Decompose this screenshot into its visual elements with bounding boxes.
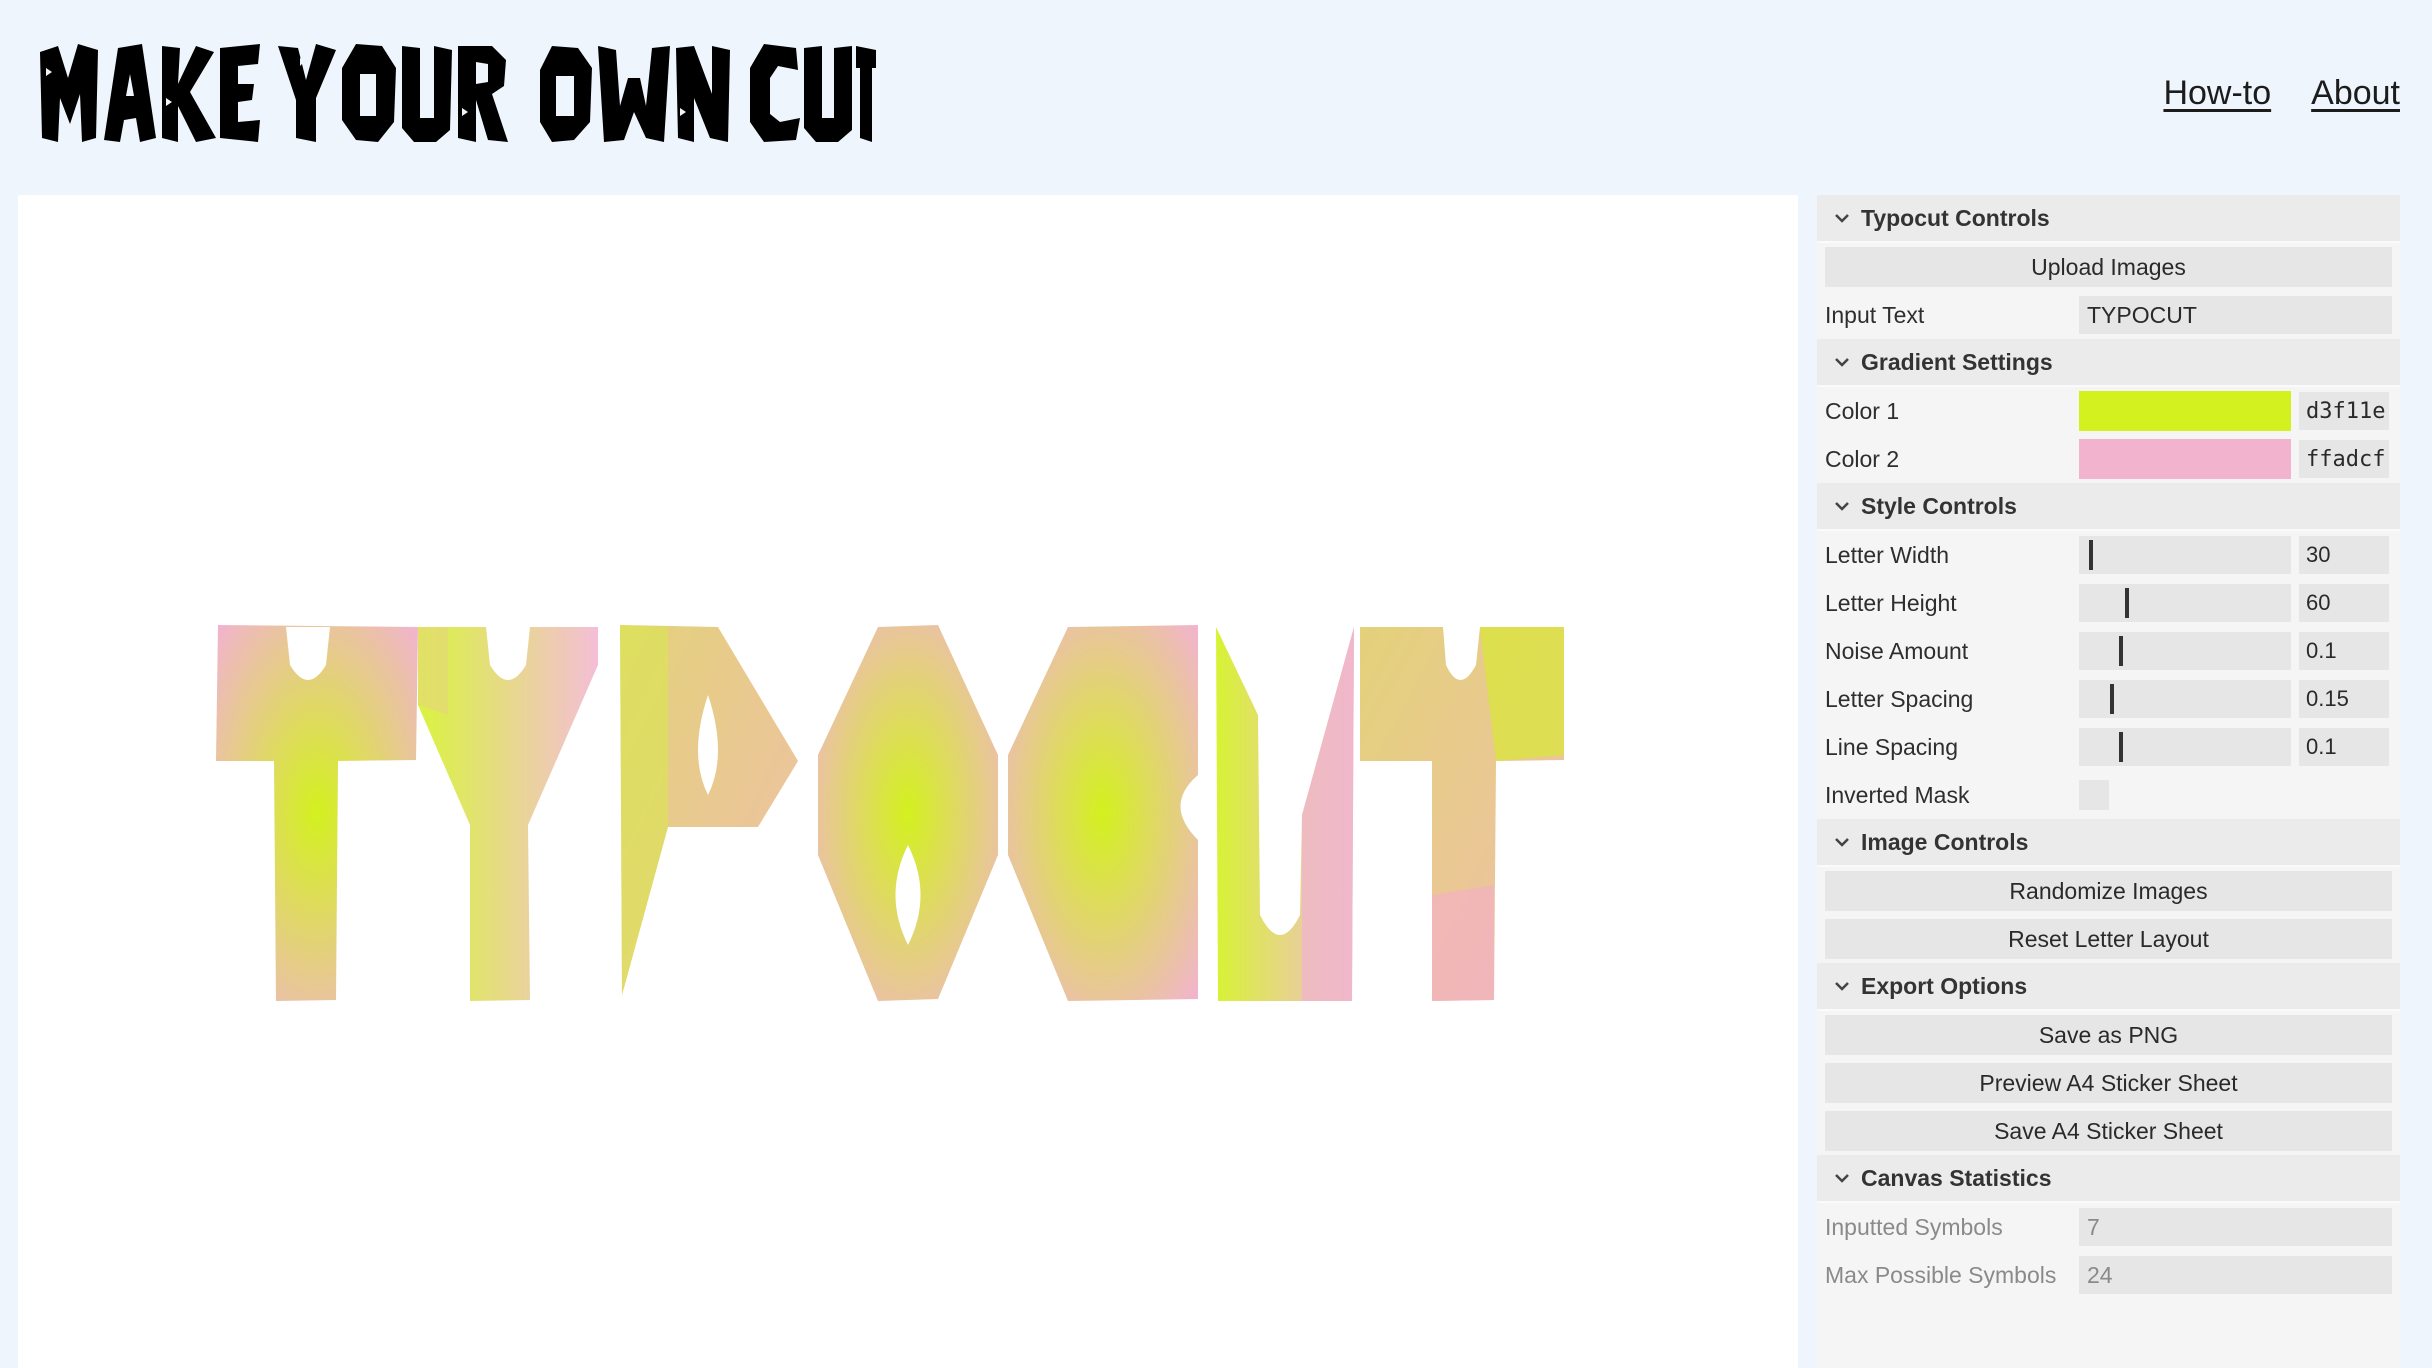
max-symbols-value: 24 bbox=[2079, 1256, 2392, 1294]
noise-amount-slider[interactable] bbox=[2079, 632, 2291, 670]
inputted-symbols-row: Inputted Symbols 7 bbox=[1817, 1203, 2400, 1251]
canvas-letter-u[interactable] bbox=[1216, 627, 1354, 1001]
reset-letter-layout-button[interactable]: Reset Letter Layout bbox=[1825, 919, 2392, 959]
slider-row-noise-amount: Noise Amount 0.1 bbox=[1817, 627, 2400, 675]
slider-handle[interactable] bbox=[2110, 684, 2114, 714]
letter-width-slider[interactable] bbox=[2079, 536, 2291, 574]
color-2-swatch[interactable] bbox=[2079, 439, 2291, 479]
chevron-down-icon bbox=[1829, 205, 1855, 231]
line-spacing-value[interactable]: 0.1 bbox=[2299, 728, 2389, 766]
chevron-down-icon bbox=[1829, 973, 1855, 999]
noise-amount-label: Noise Amount bbox=[1825, 637, 1969, 664]
section-title: Typocut Controls bbox=[1861, 204, 2050, 231]
logo-cutout-lettering bbox=[40, 44, 876, 142]
randomize-row: Randomize Images bbox=[1817, 867, 2400, 915]
line-spacing-slider[interactable] bbox=[2079, 728, 2291, 766]
section-image-controls[interactable]: Image Controls bbox=[1817, 819, 2400, 867]
canvas-letter-o[interactable] bbox=[818, 625, 998, 1001]
inputted-symbols-label: Inputted Symbols bbox=[1825, 1213, 2003, 1240]
chevron-down-icon bbox=[1829, 349, 1855, 375]
canvas-letter-c[interactable] bbox=[1008, 625, 1198, 1001]
chevron-down-icon bbox=[1829, 829, 1855, 855]
letter-width-value[interactable]: 30 bbox=[2299, 536, 2389, 574]
inverted-mask-checkbox[interactable] bbox=[2079, 780, 2109, 810]
save-png-row: Save as PNG bbox=[1817, 1011, 2400, 1059]
preview-sticker-sheet-button[interactable]: Preview A4 Sticker Sheet bbox=[1825, 1063, 2392, 1103]
line-spacing-label: Line Spacing bbox=[1825, 733, 1958, 760]
letter-height-value[interactable]: 60 bbox=[2299, 584, 2389, 622]
letter-width-label: Letter Width bbox=[1825, 541, 1949, 568]
preview-sheet-row: Preview A4 Sticker Sheet bbox=[1817, 1059, 2400, 1107]
max-symbols-row: Max Possible Symbols 24 bbox=[1817, 1251, 2400, 1299]
canvas-letter-y[interactable] bbox=[418, 627, 598, 1001]
color-1-hex-field[interactable]: d3f11e bbox=[2299, 392, 2389, 430]
letter-spacing-slider[interactable] bbox=[2079, 680, 2291, 718]
slider-handle[interactable] bbox=[2119, 732, 2123, 762]
site-logo[interactable] bbox=[38, 38, 878, 158]
inputted-symbols-value: 7 bbox=[2079, 1208, 2392, 1246]
slider-row-line-spacing: Line Spacing 0.1 bbox=[1817, 723, 2400, 771]
input-text-row: Input Text TYPOCUT bbox=[1817, 291, 2400, 339]
slider-handle[interactable] bbox=[2089, 540, 2093, 570]
chevron-down-icon bbox=[1829, 1165, 1855, 1191]
slider-handle[interactable] bbox=[2119, 636, 2123, 666]
inverted-mask-row: Inverted Mask bbox=[1817, 771, 2400, 819]
cutout-canvas[interactable] bbox=[18, 195, 1798, 1368]
section-title: Export Options bbox=[1861, 972, 2028, 999]
canvas-letters bbox=[216, 625, 1564, 1001]
section-export-options[interactable]: Export Options bbox=[1817, 963, 2400, 1011]
color-1-row: Color 1 d3f11e bbox=[1817, 387, 2400, 435]
nav-link-how-to[interactable]: How-to bbox=[2163, 74, 2271, 113]
section-title: Style Controls bbox=[1861, 492, 2017, 519]
reset-row: Reset Letter Layout bbox=[1817, 915, 2400, 963]
canvas-preview bbox=[216, 625, 1564, 1001]
section-canvas-statistics[interactable]: Canvas Statistics bbox=[1817, 1155, 2400, 1203]
letter-height-slider[interactable] bbox=[2079, 584, 2291, 622]
save-sheet-row: Save A4 Sticker Sheet bbox=[1817, 1107, 2400, 1155]
control-panel: Typocut Controls Upload Images Input Tex… bbox=[1817, 195, 2400, 1368]
slider-handle[interactable] bbox=[2125, 588, 2129, 618]
color-1-swatch[interactable] bbox=[2079, 391, 2291, 431]
save-png-button[interactable]: Save as PNG bbox=[1825, 1015, 2392, 1055]
section-title: Gradient Settings bbox=[1861, 348, 2053, 375]
canvas-letter-t-1[interactable] bbox=[216, 625, 418, 1001]
color-2-label: Color 2 bbox=[1825, 445, 1900, 472]
color-2-row: Color 2 ffadcf bbox=[1817, 435, 2400, 483]
letter-spacing-value[interactable]: 0.15 bbox=[2299, 680, 2389, 718]
letter-height-label: Letter Height bbox=[1825, 589, 1957, 616]
section-typocut-controls[interactable]: Typocut Controls bbox=[1817, 195, 2400, 243]
inverted-mask-label: Inverted Mask bbox=[1825, 781, 1970, 808]
section-title: Image Controls bbox=[1861, 828, 2029, 855]
color-1-label: Color 1 bbox=[1825, 397, 1900, 424]
save-sticker-sheet-button[interactable]: Save A4 Sticker Sheet bbox=[1825, 1111, 2392, 1151]
slider-row-letter-height: Letter Height 60 bbox=[1817, 579, 2400, 627]
color-2-hex-field[interactable]: ffadcf bbox=[2299, 440, 2389, 478]
section-title: Canvas Statistics bbox=[1861, 1164, 2052, 1191]
site-header: How-to About bbox=[0, 0, 2432, 195]
randomize-images-button[interactable]: Randomize Images bbox=[1825, 871, 2392, 911]
top-nav: How-to About bbox=[2163, 74, 2400, 113]
letter-spacing-label: Letter Spacing bbox=[1825, 685, 1974, 712]
max-symbols-label: Max Possible Symbols bbox=[1825, 1261, 2057, 1288]
nav-link-about[interactable]: About bbox=[2311, 74, 2400, 113]
section-style-controls[interactable]: Style Controls bbox=[1817, 483, 2400, 531]
input-text-field[interactable]: TYPOCUT bbox=[2079, 296, 2392, 334]
section-gradient-settings[interactable]: Gradient Settings bbox=[1817, 339, 2400, 387]
slider-row-letter-width: Letter Width 30 bbox=[1817, 531, 2400, 579]
chevron-down-icon bbox=[1829, 493, 1855, 519]
canvas-letter-p[interactable] bbox=[620, 625, 798, 995]
upload-row: Upload Images bbox=[1817, 243, 2400, 291]
input-text-label: Input Text bbox=[1825, 301, 1925, 328]
canvas-letter-t-2[interactable] bbox=[1360, 627, 1564, 1001]
slider-row-letter-spacing: Letter Spacing 0.15 bbox=[1817, 675, 2400, 723]
upload-images-button[interactable]: Upload Images bbox=[1825, 247, 2392, 287]
noise-amount-value[interactable]: 0.1 bbox=[2299, 632, 2389, 670]
